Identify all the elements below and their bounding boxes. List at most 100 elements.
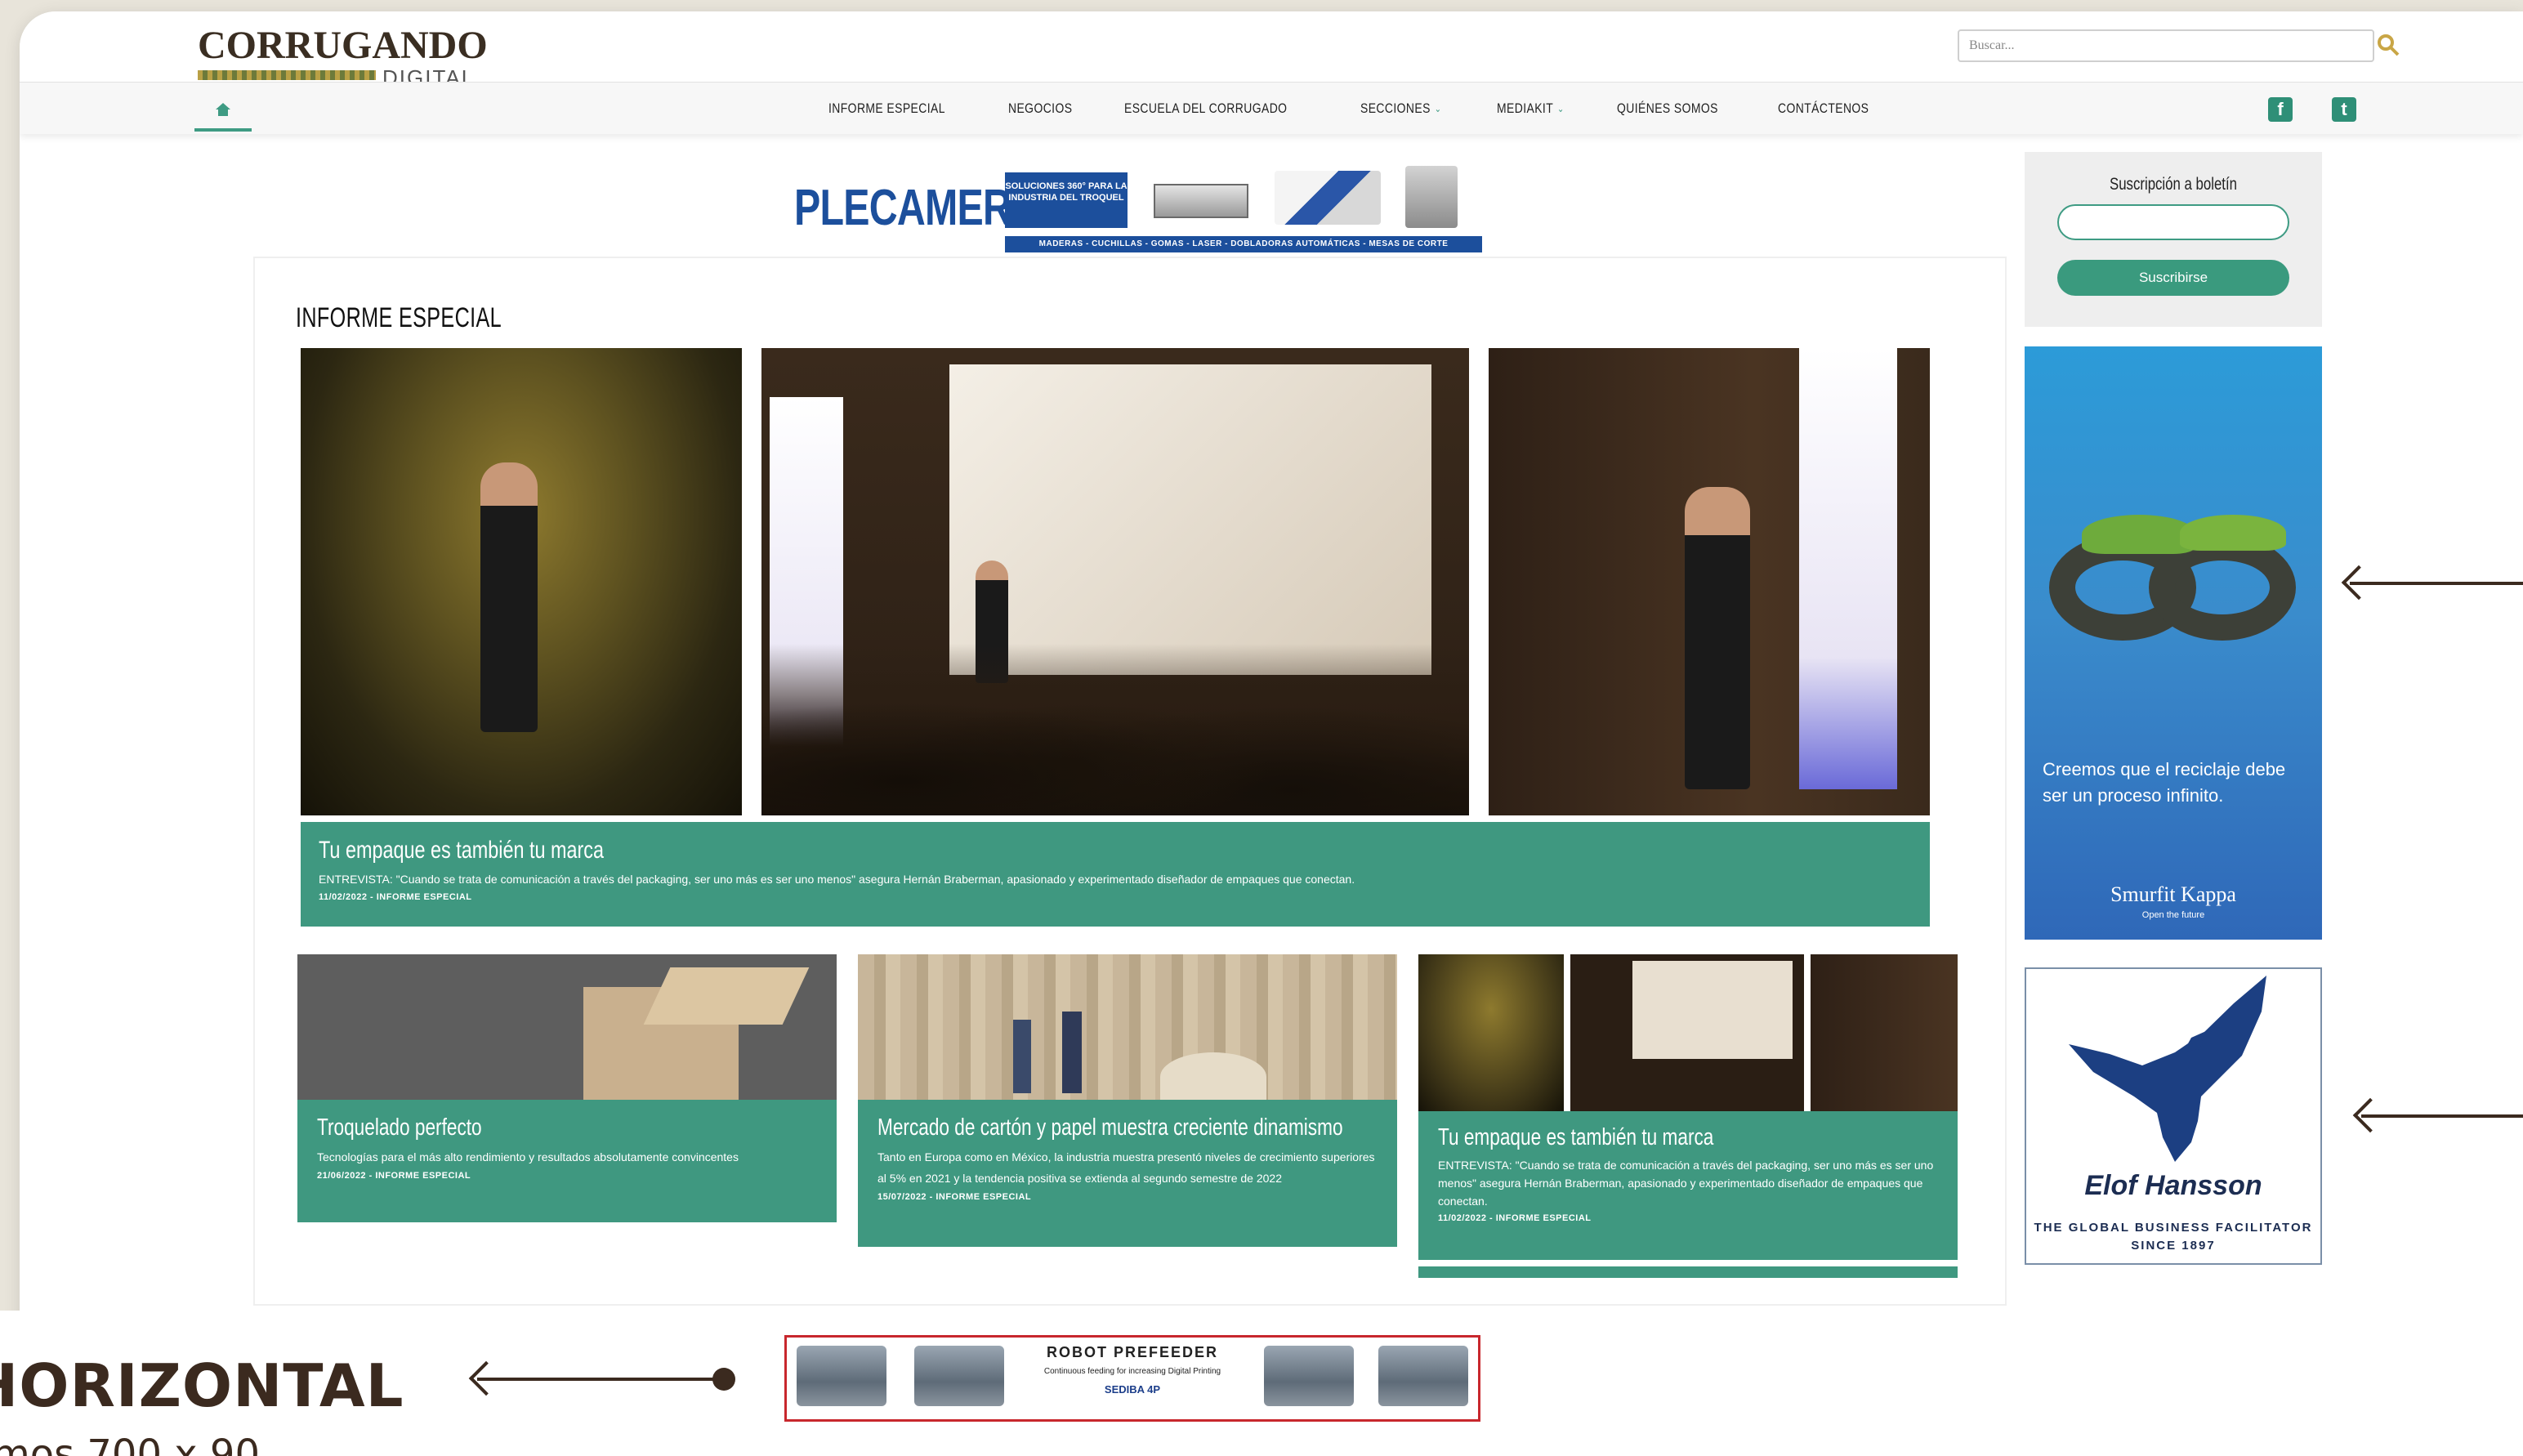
machine-image bbox=[1405, 166, 1458, 228]
article-photo bbox=[301, 348, 742, 815]
machine-image bbox=[1154, 184, 1248, 218]
card-title[interactable]: Tu empaque es también tu marca bbox=[1438, 1124, 1828, 1151]
logo-band bbox=[198, 70, 376, 80]
nav-item-label: CONTÁCTENOS bbox=[1778, 100, 1869, 116]
featured-article[interactable]: Tu empaque es también tu marca ENTREVIST… bbox=[301, 348, 1930, 930]
newsletter-title: Suscripción a boletín bbox=[2110, 175, 2237, 194]
nav-item-label: ESCUELA DEL CORRUGADO bbox=[1123, 100, 1288, 116]
nav-item-escuela[interactable]: ESCUELA DEL CORRUGADO bbox=[1124, 100, 1287, 117]
article-photo bbox=[1418, 954, 1958, 1111]
nav-item-mediakit[interactable]: MEDIAKIT ⌄ bbox=[1497, 100, 1565, 117]
search-icon[interactable] bbox=[2376, 33, 2400, 57]
box-flap bbox=[643, 967, 810, 1025]
twitter-icon[interactable]: t bbox=[2332, 97, 2356, 122]
main-navbar: INFORME ESPECIAL NEGOCIOS ESCUELA DEL CO… bbox=[20, 82, 2523, 134]
article-card[interactable]: Troquelado perfecto Tecnologías para el … bbox=[297, 954, 837, 1222]
card-caption: Tu empaque es también tu marca ENTREVIST… bbox=[1418, 1111, 1958, 1260]
nav-menu: INFORME ESPECIAL NEGOCIOS ESCUELA DEL CO… bbox=[828, 83, 1927, 135]
photo-thumb bbox=[1570, 954, 1804, 1111]
article-title[interactable]: Tu empaque es también tu marca bbox=[319, 837, 1561, 864]
chevron-down-icon: ⌄ bbox=[1557, 103, 1565, 114]
card-meta: 15/07/2022 - INFORME ESPECIAL bbox=[877, 1192, 1032, 1202]
smurfit-tagline: Open the future bbox=[2141, 910, 2205, 920]
logo-wordmark: CORRUGANDO bbox=[198, 24, 488, 67]
article-photo bbox=[297, 954, 837, 1100]
eagle-icon bbox=[2069, 976, 2266, 1162]
smurfit-ad[interactable]: Creemos que el reciclaje debe ser un pro… bbox=[2025, 346, 2322, 940]
annotation-title: HORIZONTAL bbox=[0, 1351, 404, 1420]
bottom-ad-banner[interactable]: ROBOT PREFEEDER Continuous feeding for i… bbox=[784, 1335, 1480, 1422]
top-ad-banner[interactable]: PLECAMER SOLUCIONES 360° PARA LA INDUSTR… bbox=[775, 154, 1485, 254]
speaker-figure bbox=[1685, 487, 1750, 789]
event-banner bbox=[1799, 348, 1897, 789]
home-icon bbox=[216, 103, 230, 116]
card-meta: 11/02/2022 - INFORME ESPECIAL bbox=[1438, 1213, 1592, 1223]
machine-image bbox=[1275, 171, 1381, 225]
site-logo[interactable]: CORRUGANDO DIGITAL bbox=[198, 23, 492, 90]
article-photo bbox=[1489, 348, 1930, 815]
annotation-arrow bbox=[2341, 565, 2523, 601]
card-title[interactable]: Mercado de cartón y papel muestra crecie… bbox=[877, 1114, 1343, 1141]
elof-tagline: THE GLOBAL BUSINESS FACILITATOR SINCE 18… bbox=[2034, 1221, 2313, 1253]
plecamer-strip: MADERAS - CUCHILLAS - GOMAS - LASER - DO… bbox=[1005, 236, 1482, 252]
elof-hansson-ad[interactable]: Elof Hansson THE GLOBAL BUSINESS FACILIT… bbox=[2025, 967, 2322, 1265]
annotation-label: HORIZONTAL mos 700 x 90 bbox=[0, 1311, 441, 1456]
grass-image bbox=[2082, 515, 2196, 554]
card-title[interactable]: Troquelado perfecto bbox=[317, 1114, 707, 1141]
photo-thumb bbox=[1418, 954, 1564, 1111]
nav-item-informe-especial[interactable]: INFORME ESPECIAL bbox=[828, 100, 945, 117]
speaker-figure bbox=[480, 462, 538, 732]
subscribe-button[interactable]: Suscribirse bbox=[2057, 260, 2289, 296]
article-photo bbox=[858, 954, 1397, 1100]
search-input[interactable]: Buscar... bbox=[1958, 29, 2374, 62]
site-header: CORRUGANDO DIGITAL Buscar... INFORME ESP… bbox=[20, 11, 2523, 134]
chevron-down-icon: ⌄ bbox=[1434, 103, 1442, 114]
plecamer-logo: PLECAMER bbox=[794, 180, 1011, 236]
nav-item-label: QUIÉNES SOMOS bbox=[1617, 100, 1719, 116]
worker-figure bbox=[1062, 1012, 1082, 1093]
nav-item-contactenos[interactable]: CONTÁCTENOS bbox=[1778, 100, 1869, 117]
article-excerpt: ENTREVISTA: "Cuando se trata de comunica… bbox=[319, 873, 1355, 886]
nav-item-label: MEDIAKIT bbox=[1497, 100, 1554, 116]
article-card[interactable]: Tu empaque es también tu marca ENTREVIST… bbox=[1418, 954, 1958, 1278]
plecamer-tagline: SOLUCIONES 360° PARA LA INDUSTRIA DEL TR… bbox=[1005, 172, 1128, 228]
projection-screen bbox=[949, 364, 1431, 675]
banner-brand: SEDIBA 4P bbox=[1104, 1383, 1161, 1396]
email-field[interactable] bbox=[2057, 204, 2289, 240]
annotation-size: mos 700 x 90 bbox=[0, 1431, 261, 1456]
audience bbox=[761, 644, 1469, 815]
card-excerpt: Tecnologías para el más alto rendimiento… bbox=[317, 1150, 739, 1163]
arrow-dot-icon bbox=[712, 1368, 735, 1391]
article-card[interactable]: Mercado de cartón y papel muestra crecie… bbox=[858, 954, 1397, 1247]
worker-figure bbox=[1013, 1020, 1031, 1093]
card-bar bbox=[1418, 1266, 1958, 1278]
nav-item-negocios[interactable]: NEGOCIOS bbox=[1008, 100, 1072, 117]
card-excerpt: ENTREVISTA: "Cuando se trata de comunica… bbox=[1438, 1159, 1934, 1208]
card-caption: Mercado de cartón y papel muestra crecie… bbox=[858, 1100, 1397, 1247]
article-meta: 11/02/2022 - INFORME ESPECIAL bbox=[319, 892, 472, 902]
nav-item-label: INFORME ESPECIAL bbox=[828, 100, 945, 116]
article-photo bbox=[761, 348, 1469, 815]
projection-screen bbox=[1632, 961, 1793, 1059]
photo-thumb bbox=[1811, 954, 1958, 1111]
annotation-arrow bbox=[468, 1360, 735, 1396]
featured-caption: Tu empaque es también tu marca ENTREVIST… bbox=[301, 822, 1930, 927]
facebook-icon[interactable]: f bbox=[2268, 97, 2293, 122]
smurfit-slogan: Creemos que el reciclaje debe ser un pro… bbox=[2043, 759, 2286, 806]
grass-image bbox=[2180, 515, 2286, 551]
nav-item-label: NEGOCIOS bbox=[1008, 100, 1073, 116]
banner-subtitle: Continuous feeding for increasing Digita… bbox=[1043, 1367, 1221, 1376]
annotation-arrow bbox=[2352, 1097, 2523, 1133]
nav-item-label: SECCIONES bbox=[1360, 100, 1431, 116]
card-caption: Troquelado perfecto Tecnologías para el … bbox=[297, 1100, 837, 1222]
card-excerpt: Tanto en Europa como en México, la indus… bbox=[877, 1150, 1375, 1185]
card-meta: 21/06/2022 - INFORME ESPECIAL bbox=[317, 1171, 471, 1181]
nav-item-quienes-somos[interactable]: QUIÉNES SOMOS bbox=[1617, 100, 1718, 117]
newsletter-widget: Suscripción a boletín Suscribirse bbox=[2025, 152, 2322, 327]
banner-title: ROBOT PREFEEDER bbox=[1046, 1344, 1219, 1360]
nav-item-secciones[interactable]: SECCIONES ⌄ bbox=[1360, 100, 1441, 117]
section-title: INFORME ESPECIAL bbox=[296, 302, 502, 333]
elof-logo: Elof Hansson bbox=[2084, 1170, 2262, 1201]
smurfit-logo: Smurfit Kappa bbox=[2110, 882, 2236, 906]
home-button[interactable] bbox=[194, 91, 252, 132]
